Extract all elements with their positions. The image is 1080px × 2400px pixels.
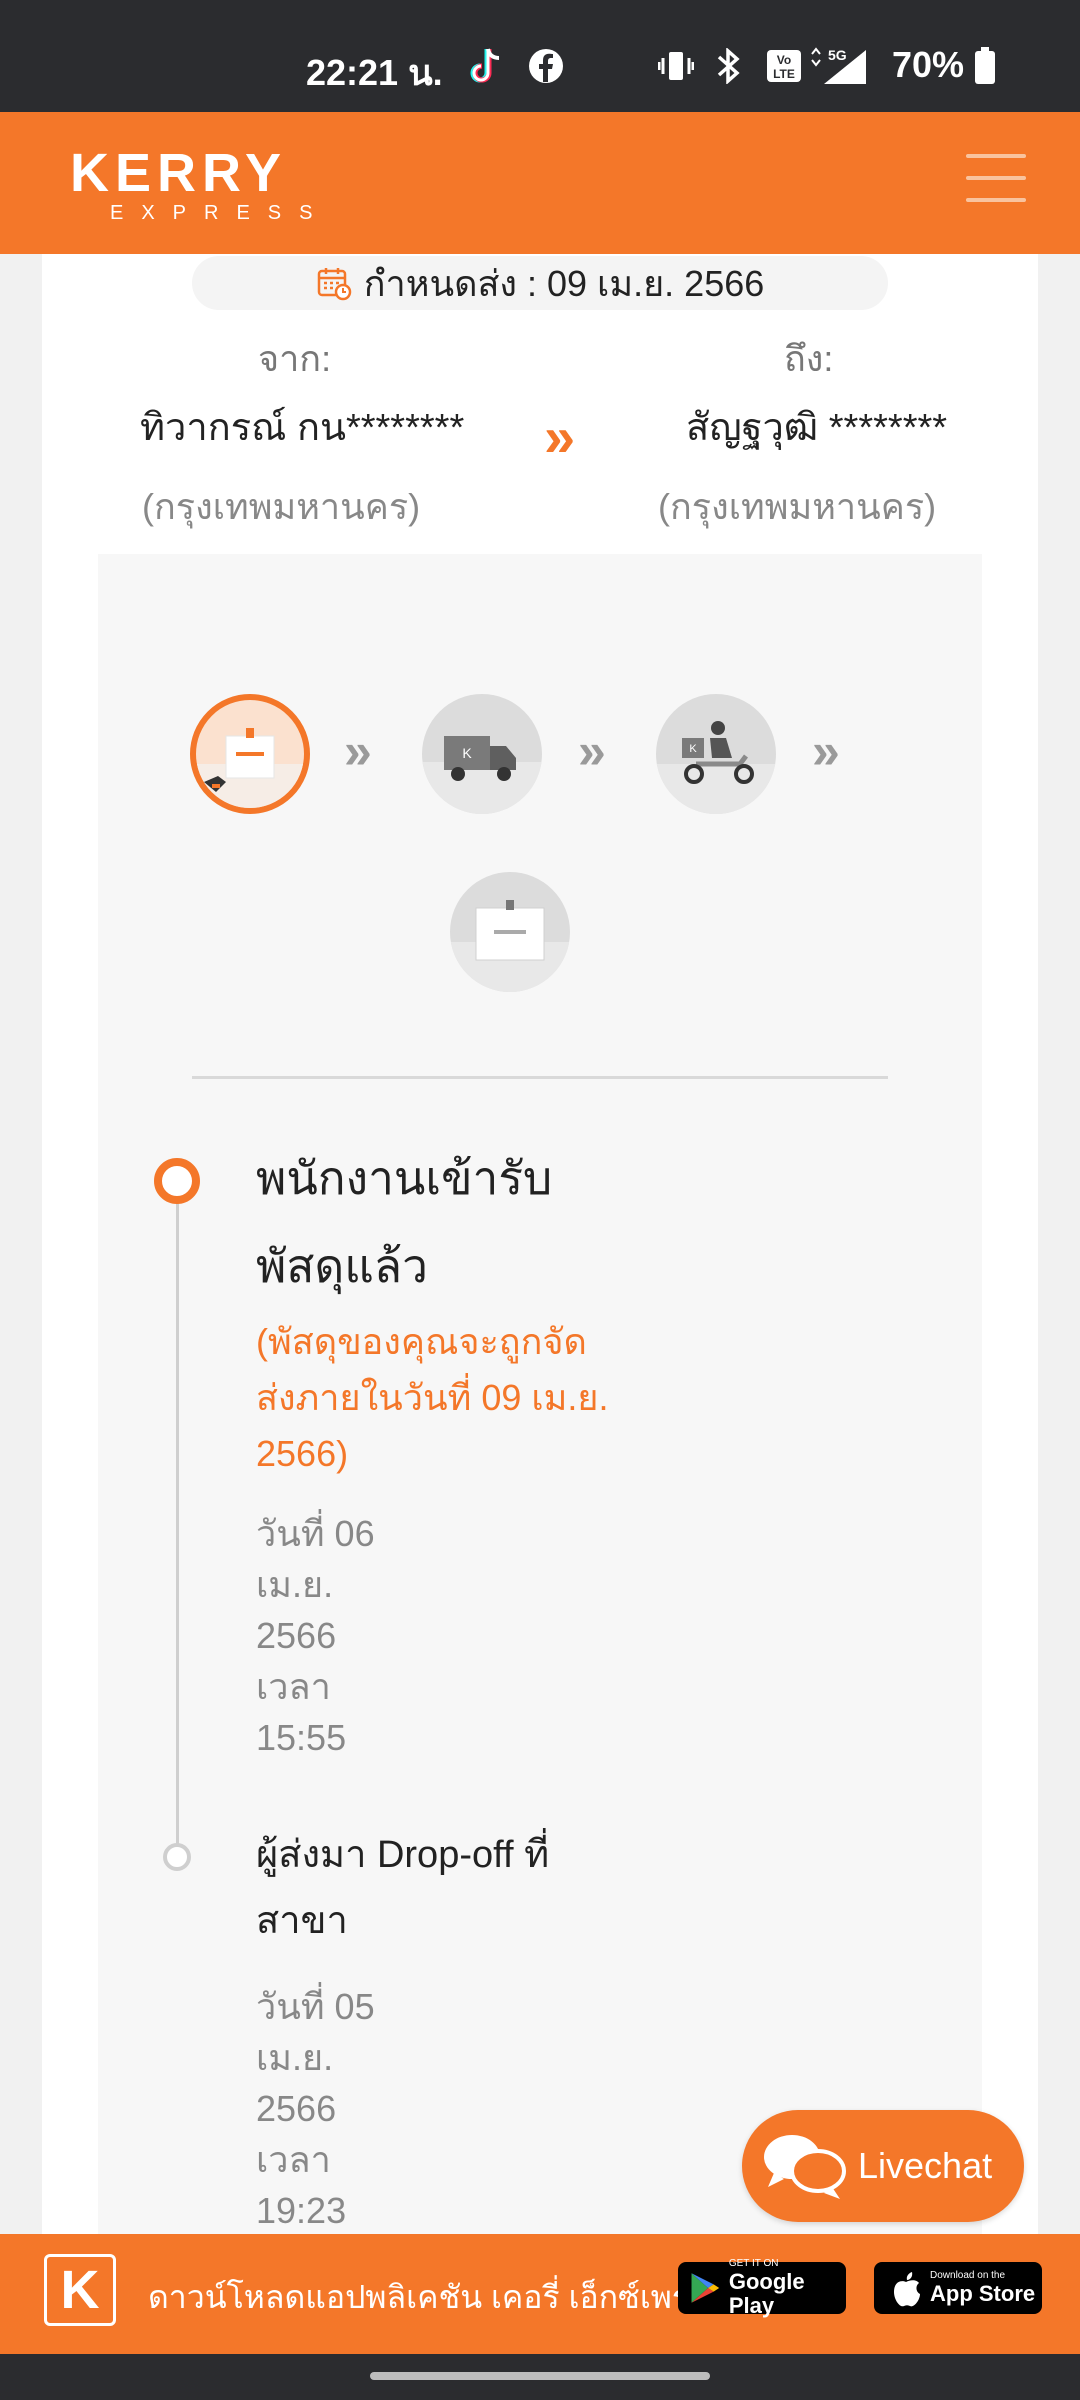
to-label: ถึง: (784, 338, 834, 379)
page-margin-left (0, 254, 42, 2234)
recipient-name: สัญฐวุฒิ ******** (686, 407, 948, 449)
google-play-big: Google Play (728, 2269, 805, 2318)
step-arrow-icon: » (812, 723, 840, 779)
signal-5g-icon: 5G (810, 46, 870, 86)
event-date: วันที่ 06 เม.ย. 2566 เวลา 15:55 (256, 1513, 375, 1758)
from-label: จาก: (258, 338, 332, 379)
app-store-button[interactable]: Download on the App Store (874, 2262, 1042, 2314)
svg-text:Vo: Vo (777, 53, 791, 67)
step-motorbike-delivery-icon: K (656, 694, 776, 814)
google-play-icon (691, 2273, 720, 2303)
kerry-logo[interactable]: KERRY EXPRESS (70, 146, 330, 225)
app-store-big: App Store (930, 2281, 1036, 2306)
svg-text:K: K (689, 743, 697, 755)
timeline-dot (163, 1843, 191, 1871)
banner-text: ดาวน์โหลดแอปพลิเคชัน เคอรี่ เอ็กซ์เพรส (148, 2279, 709, 2315)
route-arrow-icon: » (544, 405, 575, 468)
event-note: (พัสดุของคุณจะถูกจัดส่งภายในวันที่ 09 เม… (256, 1321, 609, 1474)
battery-percent: 70% (892, 44, 965, 85)
vibrate-icon (656, 46, 696, 86)
logo-main-text: KERRY (70, 143, 288, 203)
status-bar: 22:21 น. Vo LTE 5G 70% (0, 0, 1080, 112)
svg-text:LTE: LTE (773, 67, 795, 81)
event-title: ผู้ส่งมา Drop-off ที่สาขา (256, 1834, 550, 1942)
sender-name: ทิวากรณ์ กน******** (140, 407, 465, 449)
event-title: พนักงานเข้ารับพัสดุแล้ว (256, 1152, 553, 1292)
app-header: KERRY EXPRESS (0, 112, 1080, 254)
sender-city: (กรุงเทพมหานคร) (142, 486, 421, 527)
recipient-city: (กรุงเทพมหานคร) (658, 486, 937, 527)
step-truck-transit-icon: K (422, 694, 542, 814)
svg-text:K: K (462, 745, 472, 761)
step-parcel-delivered-icon (450, 872, 570, 992)
livechat-button[interactable]: Livechat (742, 2110, 1024, 2222)
home-gesture-pill[interactable] (370, 2372, 710, 2380)
apple-icon (894, 2272, 920, 2307)
status-time: 22:21 น. (306, 52, 443, 93)
battery-icon (972, 46, 998, 86)
event-date: วันที่ 05 เม.ย. 2566 เวลา 19:23 (256, 1986, 375, 2231)
livechat-label: Livechat (858, 2145, 993, 2186)
app-download-banner[interactable]: K ดาวน์โหลดแอปพลิเคชัน เคอรี่ เอ็กซ์เพรส… (0, 2234, 1080, 2354)
svg-text:5G: 5G (828, 47, 847, 63)
timeline-line (176, 1186, 179, 1856)
logo-sub-text: EXPRESS (110, 202, 331, 224)
step-arrow-icon: » (578, 723, 606, 779)
step-arrow-icon: » (344, 723, 372, 779)
facebook-icon (526, 46, 566, 86)
hamburger-menu-icon[interactable] (966, 154, 1026, 206)
step-parcel-pickup-icon (190, 694, 310, 814)
page-margin-right (1038, 254, 1080, 2234)
bluetooth-icon (712, 46, 746, 86)
tiktok-icon (466, 46, 506, 86)
google-play-button[interactable]: GET IT ON Google Play (678, 2258, 846, 2318)
volte-icon: Vo LTE (764, 46, 804, 86)
kerry-k-logo: K (44, 2254, 116, 2326)
calendar-icon (317, 268, 351, 301)
chat-bubbles-icon (764, 2135, 846, 2199)
deadline-text: กำหนดส่ง : 09 เม.ย. 2566 (363, 262, 765, 304)
section-divider (192, 1076, 888, 1079)
system-nav-bar (0, 2354, 1080, 2400)
deadline-pill: กำหนดส่ง : 09 เม.ย. 2566 (192, 256, 888, 310)
timeline-dot-active (154, 1158, 200, 1204)
